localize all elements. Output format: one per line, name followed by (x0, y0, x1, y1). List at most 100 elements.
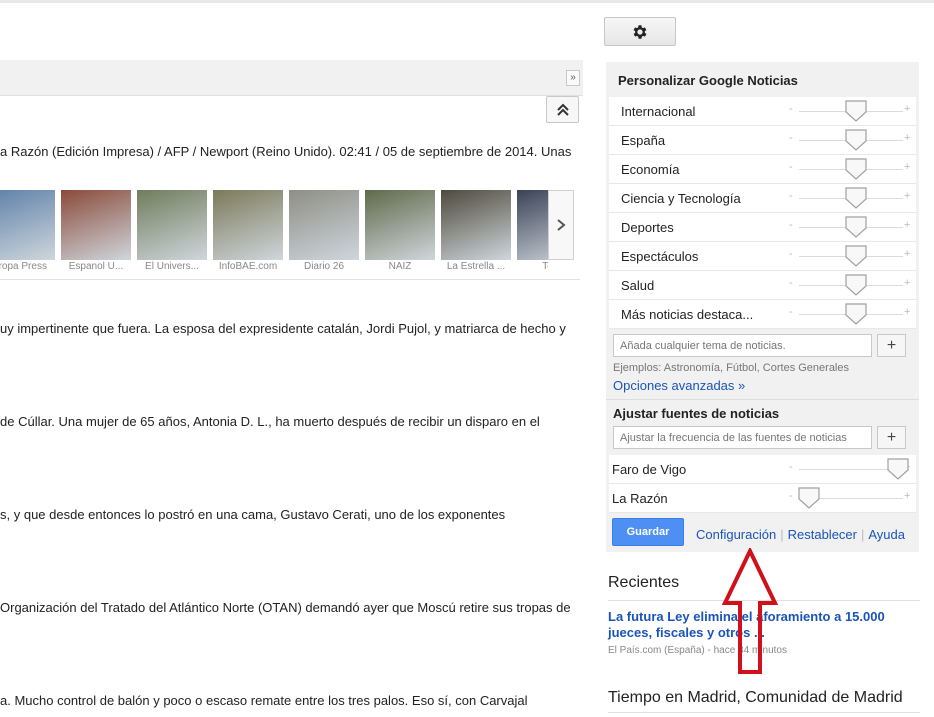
photo-image (61, 190, 131, 260)
slider-minus[interactable]: - (789, 306, 793, 318)
reset-link[interactable]: Restablecer (788, 527, 857, 542)
topic-label: España (621, 133, 666, 148)
help-link[interactable]: Ayuda (868, 527, 905, 542)
topic-label: Economía (621, 162, 680, 177)
photo-image (441, 190, 511, 260)
slider-plus[interactable]: + (904, 103, 910, 115)
slider-minus[interactable]: - (789, 161, 793, 173)
gear-icon (633, 24, 647, 39)
save-button[interactable]: Guardar (612, 518, 684, 546)
slider-handle[interactable] (844, 302, 868, 326)
top-bar (0, 3, 934, 60)
slider-plus[interactable]: + (904, 132, 910, 144)
divider (608, 712, 920, 713)
story-snippet[interactable]: a. Mucho control de balón y poco o escas… (0, 693, 590, 708)
story-snippet[interactable]: uy impertinente que fuera. La esposa del… (0, 321, 590, 336)
story-snippet[interactable]: de Cúllar. Una mujer de 65 años, Antonia… (0, 414, 590, 429)
slider-handle[interactable] (797, 486, 821, 510)
topic-row: Ciencia y Tecnología - + (609, 184, 916, 213)
panel-title: Personalizar Google Noticias (618, 73, 798, 88)
topic-row: Salud - + (609, 271, 916, 300)
divider (606, 399, 919, 400)
sources-input[interactable] (613, 426, 872, 449)
slider-plus[interactable]: + (904, 277, 910, 289)
slider-plus[interactable]: + (904, 306, 910, 318)
topic-label: Deportes (621, 220, 674, 235)
slider-minus[interactable]: - (789, 461, 793, 473)
slider-minus[interactable]: - (789, 132, 793, 144)
photo-thumbnail[interactable]: InfoBAE.com (213, 190, 283, 272)
personalize-panel: Personalizar Google Noticias Internacion… (606, 62, 919, 552)
topic-row: Espectáculos - + (609, 242, 916, 271)
photo-thumbnail[interactable]: El Univers... (137, 190, 207, 272)
topic-row: Más noticias destaca... - + (609, 300, 916, 329)
photo-strip-next-button[interactable] (548, 190, 574, 260)
red-arrow-annotation (722, 548, 778, 674)
story-snippet[interactable]: s, y que desde entonces lo postró en una… (0, 507, 590, 522)
photo-caption: Te Ir (542, 261, 548, 272)
photo-caption: InfoBAE.com (218, 261, 278, 272)
topic-label: Ciencia y Tecnología (621, 191, 741, 206)
photo-caption: Espanol U... (68, 261, 124, 272)
collapse-panel-button[interactable]: » (566, 70, 580, 86)
weather-title: Tiempo en Madrid, Comunidad de Madrid (608, 689, 903, 706)
slider-handle[interactable] (844, 99, 868, 123)
slider-plus[interactable]: + (904, 161, 910, 173)
settings-button[interactable] (604, 17, 676, 46)
source-label: La Razón (612, 491, 668, 506)
add-source-button[interactable]: + (877, 426, 906, 449)
scroll-top-button[interactable] (546, 96, 579, 123)
add-topic-input[interactable] (613, 334, 872, 357)
divider (0, 279, 580, 280)
slider-handle[interactable] (844, 186, 868, 210)
photo-thumbnail[interactable]: NAIZ (365, 190, 435, 272)
slider-plus[interactable]: + (904, 219, 910, 231)
story-snippet[interactable]: Organización del Tratado del Atlántico N… (0, 600, 590, 615)
photo-thumbnail[interactable]: Te Ir (517, 190, 548, 272)
slider-minus[interactable]: - (789, 490, 793, 502)
examples-text: Ejemplos: Astronomía, Fútbol, Cortes Gen… (613, 362, 849, 374)
photo-thumbnail[interactable]: La Estrella ... (441, 190, 511, 272)
photo-caption: El Univers... (145, 261, 199, 272)
photo-image (137, 190, 207, 260)
slider-handle[interactable] (844, 215, 868, 239)
slider-plus[interactable]: + (904, 190, 910, 202)
add-topic-button[interactable]: + (877, 334, 906, 357)
topic-label: Más noticias destaca... (621, 307, 754, 322)
settings-link[interactable]: Configuración (696, 527, 776, 542)
slider-handle[interactable] (844, 157, 868, 181)
source-row: La Razón - + (609, 484, 916, 513)
slider-minus[interactable]: - (789, 277, 793, 289)
photo-caption: uropa Press (0, 261, 47, 272)
slider-handle[interactable] (886, 457, 910, 481)
section-header (0, 60, 583, 96)
source-row: Faro de Vigo-+ (609, 455, 916, 484)
slider-minus[interactable]: - (789, 248, 793, 260)
story-snippet[interactable]: a Razón (Edición Impresa) / AFP / Newpor… (0, 144, 590, 159)
slider-minus[interactable]: - (789, 103, 793, 115)
slider-handle[interactable] (844, 273, 868, 297)
double-chevron-up-icon (556, 103, 569, 116)
recent-title: Recientes (608, 574, 680, 591)
photo-strip: uropa Press Espanol U... El Univers... Info… (0, 190, 548, 272)
slider-minus[interactable]: - (789, 190, 793, 202)
slider-handle[interactable] (844, 128, 868, 152)
photo-thumbnail[interactable]: uropa Press (0, 190, 55, 272)
photo-thumbnail[interactable]: Diario 26 (289, 190, 359, 272)
topic-label: Internacional (621, 104, 696, 119)
topic-label: Salud (621, 278, 655, 293)
photo-image (365, 190, 435, 260)
photo-image (213, 190, 283, 260)
sources-title: Ajustar fuentes de noticias (613, 406, 780, 421)
topic-row: Internacional - + (609, 97, 916, 126)
slider-plus[interactable]: + (904, 248, 910, 260)
panel-links: Configuración | Restablecer | Ayuda (696, 527, 906, 542)
slider-handle[interactable] (844, 244, 868, 268)
photo-caption: NAIZ (388, 261, 412, 272)
photo-thumbnail[interactable]: Espanol U... (61, 190, 131, 272)
photo-caption: Diario 26 (303, 261, 345, 272)
slider-plus[interactable]: + (904, 490, 910, 502)
advanced-options-link[interactable]: Opciones avanzadas » (613, 378, 745, 393)
slider-minus[interactable]: - (789, 219, 793, 231)
photo-caption: La Estrella ... (446, 261, 506, 272)
